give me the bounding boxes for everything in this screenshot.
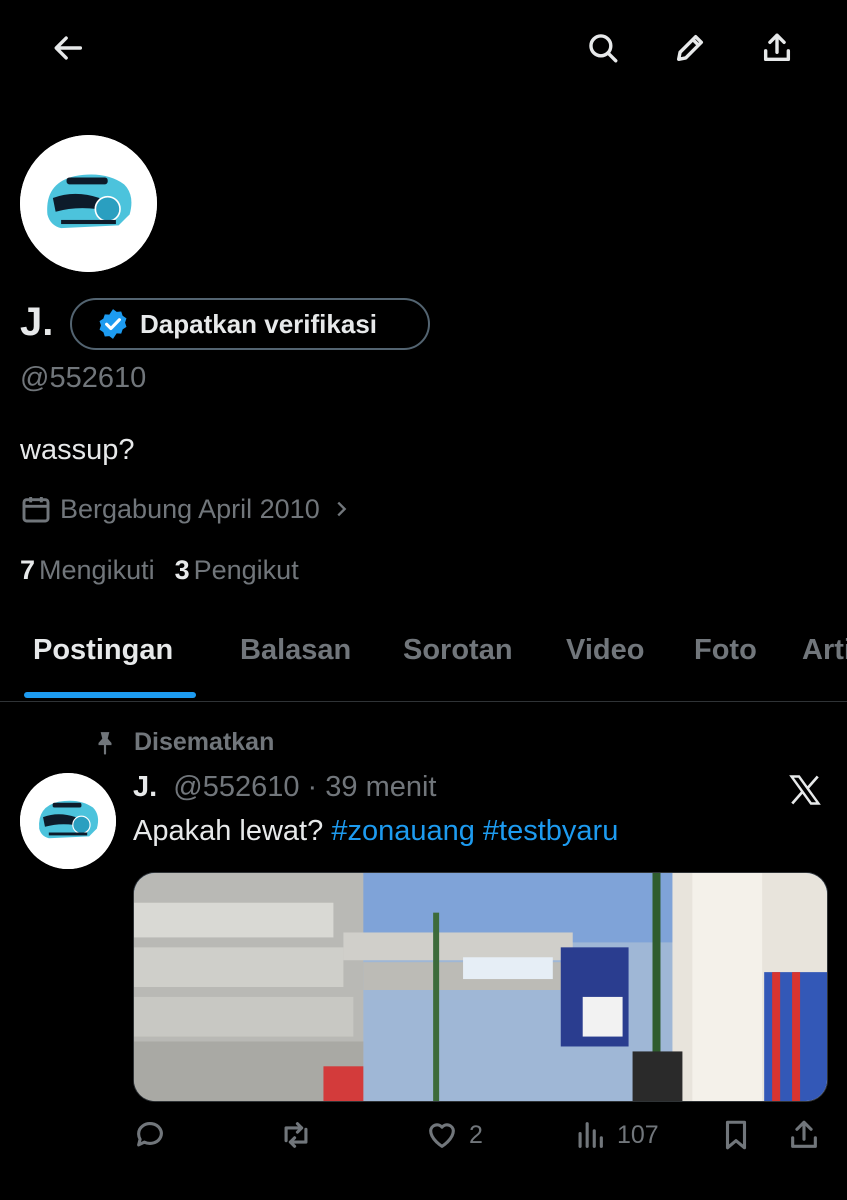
- follow-stats: 7 Mengikuti 3 Pengikut: [20, 555, 319, 586]
- bookmark-button[interactable]: [719, 1118, 753, 1152]
- active-tab-indicator: [24, 692, 196, 698]
- arrow-left-icon: [54, 36, 83, 60]
- repost-button[interactable]: [279, 1118, 313, 1152]
- share-post-button[interactable]: [787, 1118, 821, 1152]
- following-label: Mengikuti: [39, 555, 155, 585]
- hashtag-testbyaru[interactable]: #testbyaru: [483, 815, 618, 847]
- profile-handle: @552610: [20, 362, 147, 394]
- get-verified-label: Dapatkan verifikasi: [140, 308, 378, 339]
- tab-posts[interactable]: Postingan: [33, 634, 173, 667]
- views-button[interactable]: 107: [573, 1118, 659, 1152]
- post-header: J. @552610 · 39 menit: [133, 771, 437, 804]
- profile-name: J.: [20, 300, 54, 344]
- street-photo-image: [134, 873, 827, 1101]
- following-link[interactable]: 7 Mengikuti: [20, 555, 155, 586]
- search-button[interactable]: [581, 26, 625, 70]
- pin-icon: [98, 731, 112, 755]
- followers-link[interactable]: 3 Pengikut: [175, 555, 299, 586]
- post-text: Apakah lewat? #zonauang #testbyaru: [133, 815, 618, 848]
- post-image[interactable]: [133, 872, 828, 1102]
- tab-replies[interactable]: Balasan: [240, 634, 351, 667]
- post-separator: ·: [307, 771, 318, 803]
- tab-highlights[interactable]: Sorotan: [403, 634, 513, 667]
- like-button[interactable]: 2: [425, 1118, 483, 1152]
- verified-badge-icon: [99, 309, 127, 339]
- pencil-icon: [676, 34, 704, 62]
- tab-articles[interactable]: Artikel: [802, 634, 847, 667]
- helmet-avatar-image: [20, 773, 116, 869]
- chevron-right-icon: [337, 501, 347, 517]
- post-author-avatar[interactable]: [20, 773, 116, 869]
- joined-text: Bergabung April 2010: [60, 493, 320, 524]
- following-count: 7: [20, 555, 36, 585]
- bookmark-icon: [725, 1120, 747, 1150]
- profile-avatar[interactable]: [20, 135, 157, 272]
- followers-count: 3: [174, 555, 190, 585]
- like-count: 2: [469, 1120, 483, 1149]
- joined-date[interactable]: Bergabung April 2010: [20, 493, 360, 525]
- share-icon: [791, 1120, 817, 1148]
- helmet-avatar-image: [20, 135, 157, 272]
- get-verified-button[interactable]: Dapatkan verifikasi: [70, 298, 430, 350]
- view-count: 107: [617, 1120, 659, 1149]
- share-profile-button[interactable]: [755, 26, 799, 70]
- tab-photos[interactable]: Foto: [694, 634, 757, 667]
- top-bar: [0, 0, 847, 100]
- repost-icon: [284, 1122, 308, 1148]
- followers-label: Pengikut: [193, 555, 299, 585]
- post-author-handle[interactable]: @552610: [173, 771, 299, 803]
- hashtag-zonauang[interactable]: #zonauang: [331, 815, 475, 847]
- search-icon: [589, 34, 618, 63]
- reply-button[interactable]: [133, 1118, 167, 1152]
- profile-tabs: Postingan Balasan Sorotan Video Foto Art…: [0, 620, 847, 702]
- edit-profile-button[interactable]: [668, 26, 712, 70]
- views-chart-icon: [578, 1122, 603, 1148]
- post-author-name[interactable]: J.: [133, 771, 157, 803]
- share-icon: [763, 33, 791, 62]
- post-actions: 2 107: [133, 1118, 833, 1162]
- post-body: Apakah lewat?: [133, 815, 324, 847]
- profile-bio: wassup?: [20, 434, 135, 466]
- reply-icon: [137, 1122, 163, 1147]
- pinned-indicator: Disematkan: [92, 728, 274, 757]
- back-button[interactable]: [47, 26, 91, 70]
- x-logo-icon: [789, 775, 821, 805]
- post-timestamp[interactable]: 39 menit: [325, 771, 436, 803]
- heart-icon: [429, 1123, 455, 1148]
- tab-video[interactable]: Video: [566, 634, 644, 667]
- calendar-icon: [22, 497, 50, 523]
- pinned-label: Disematkan: [134, 728, 275, 756]
